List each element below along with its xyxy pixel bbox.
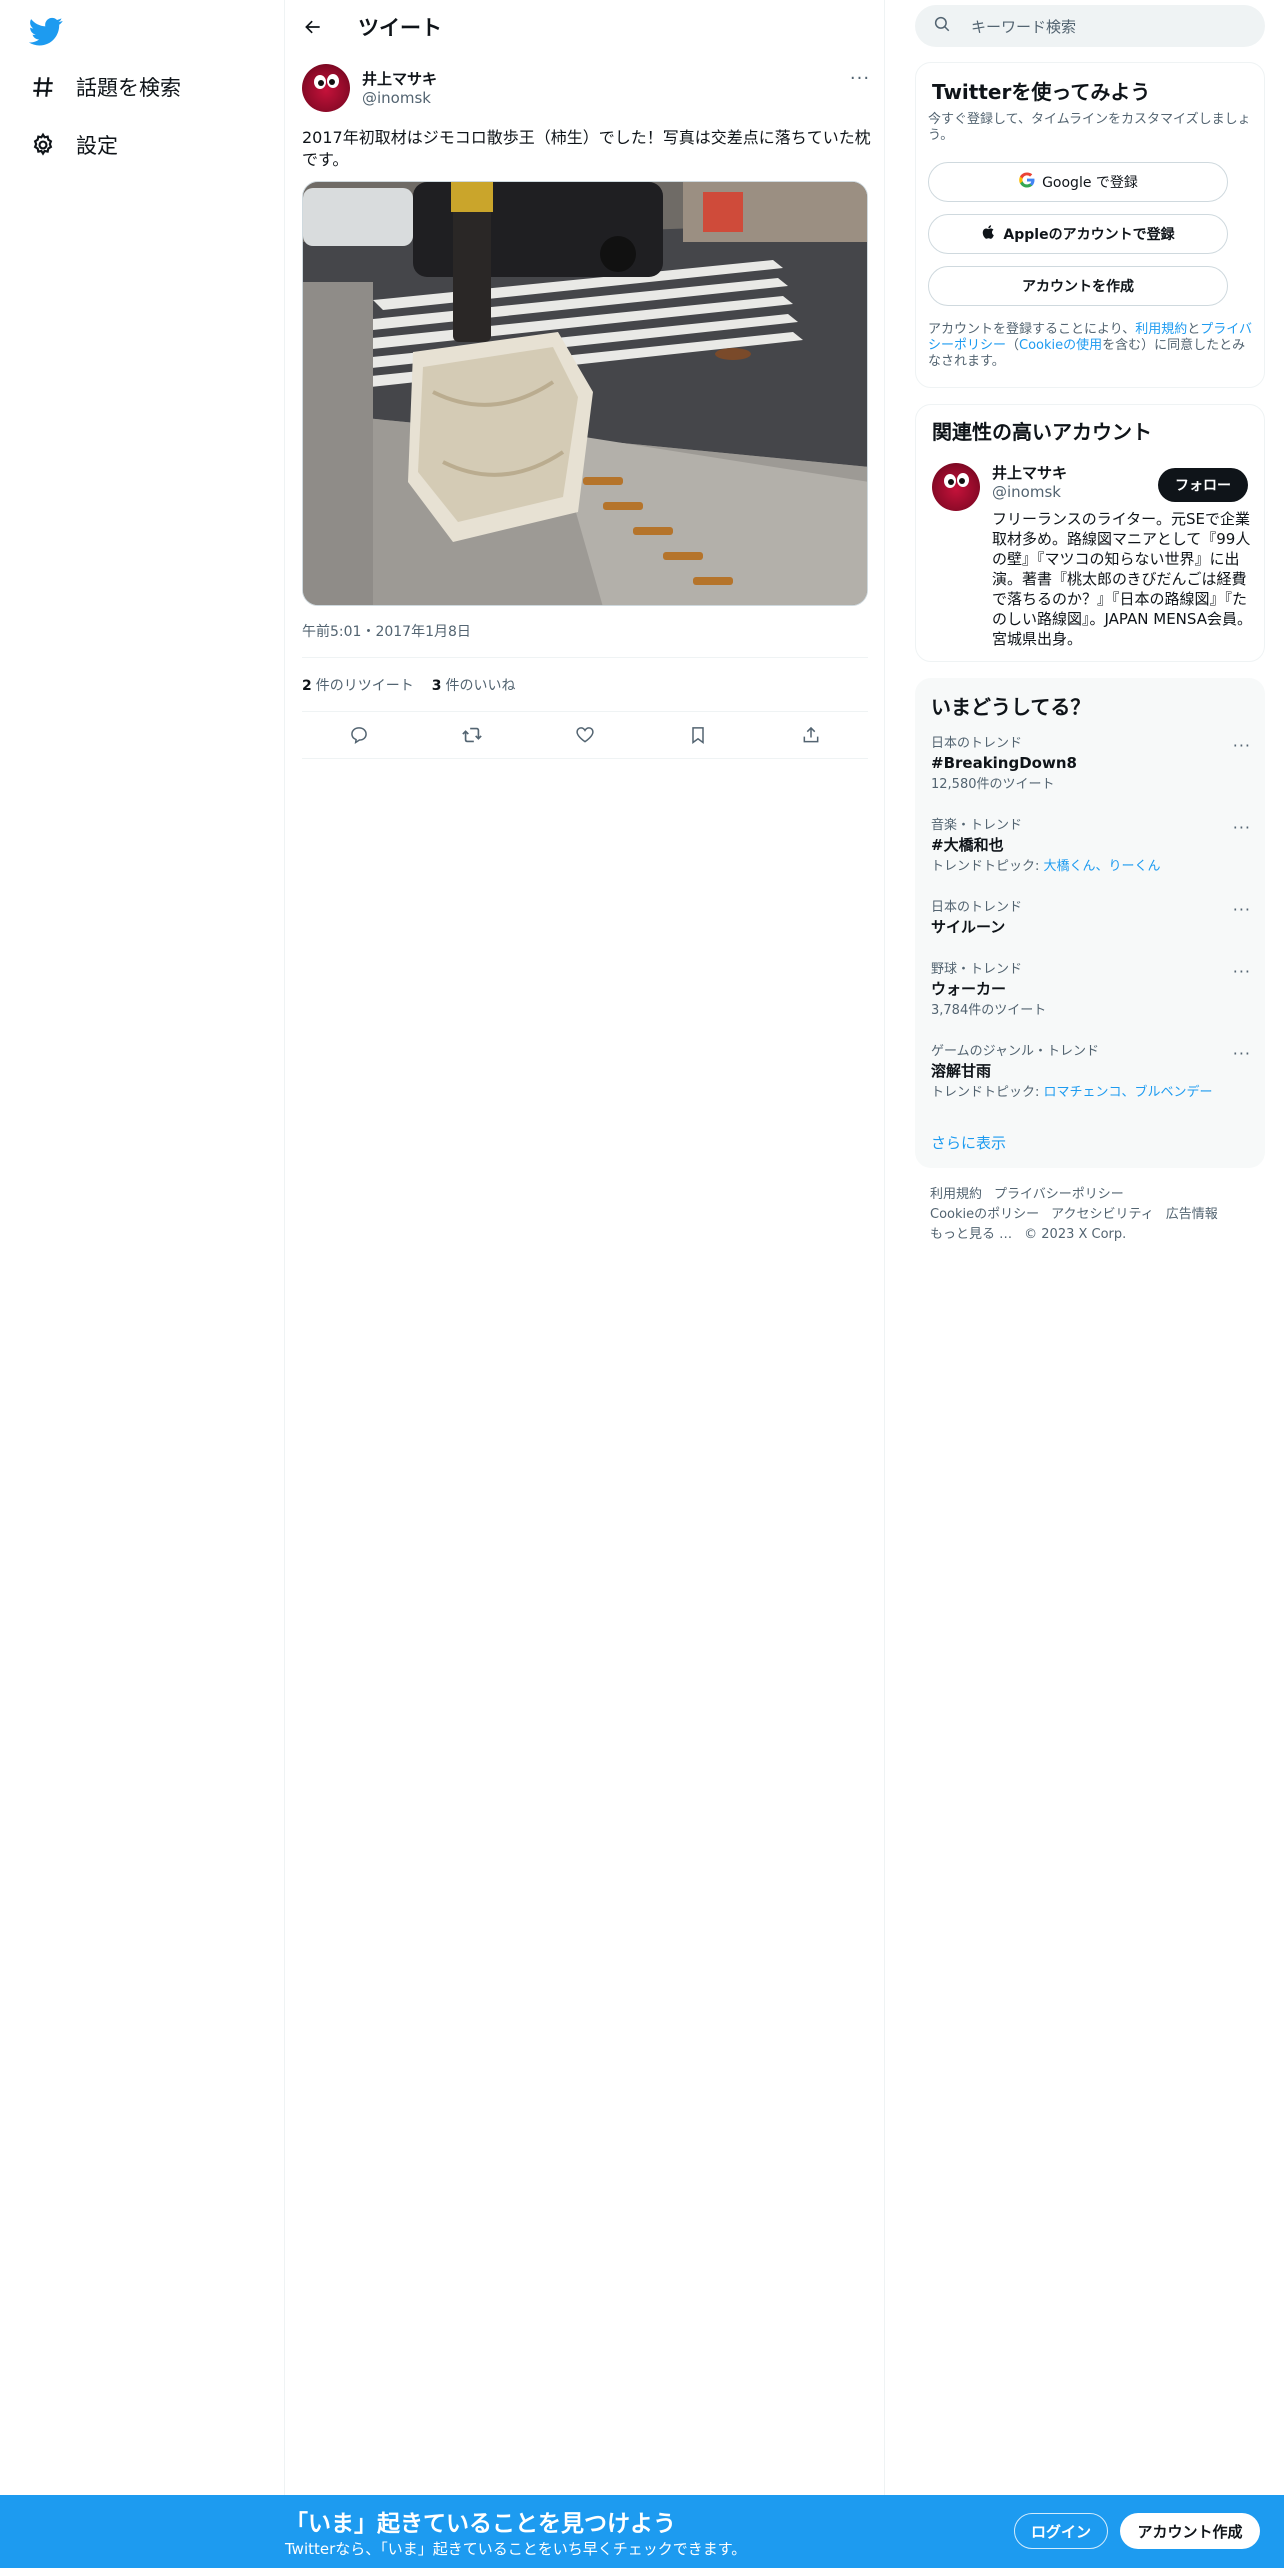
- related-handle[interactable]: @inomsk: [992, 483, 1061, 501]
- follow-button[interactable]: フォロー: [1158, 468, 1248, 502]
- share-icon[interactable]: [796, 720, 826, 750]
- nav-settings-label: 設定: [76, 134, 118, 158]
- like-icon[interactable]: [570, 720, 600, 750]
- divider: [302, 657, 868, 658]
- more-options-icon[interactable]: ···: [845, 68, 875, 89]
- show-more-link[interactable]: さらに表示: [931, 1132, 1006, 1153]
- footer-more-link[interactable]: もっと見る …: [930, 1227, 1012, 1242]
- apple-signup-button[interactable]: Appleのアカウントで登録: [928, 214, 1228, 254]
- more-options-icon[interactable]: ···: [1233, 736, 1251, 755]
- footer-accessibility-link[interactable]: アクセシビリティ: [1051, 1207, 1154, 1222]
- search-icon: [933, 15, 951, 37]
- signup-legal: アカウントを登録することにより、利用規約とプライバシーポリシー（Cookieの使…: [928, 322, 1253, 369]
- trends-card: いまどうしてる？ 日本のトレンド #BreakingDown8 12,580件の…: [915, 678, 1265, 1168]
- search-placeholder: キーワード検索: [971, 17, 1077, 36]
- nav-explore-label: 話題を検索: [76, 76, 181, 100]
- trends-title: いまどうしてる？: [931, 695, 1091, 719]
- more-options-icon[interactable]: ···: [1233, 818, 1251, 837]
- banner-subtitle: Twitterなら、「いま」起きていることをいち早くチェックできます。: [285, 2540, 747, 2558]
- google-signup-button[interactable]: Google で登録: [928, 162, 1228, 202]
- bookmark-icon[interactable]: [683, 720, 713, 750]
- nav-settings[interactable]: 設定: [28, 125, 118, 165]
- more-options-icon[interactable]: ···: [1233, 962, 1251, 981]
- like-count[interactable]: 3 件のいいね: [432, 675, 516, 695]
- signup-banner: 「いま」起きていることを見つけよう Twitterなら、「いま」起きていることを…: [0, 2495, 1284, 2568]
- divider: [302, 711, 868, 712]
- tweet-author[interactable]: 井上マサキ: [362, 68, 437, 89]
- twitter-bird-icon[interactable]: [28, 14, 63, 48]
- page-title: ツイート: [358, 16, 442, 40]
- avatar[interactable]: [932, 463, 980, 511]
- more-options-icon[interactable]: ···: [1233, 900, 1251, 919]
- apple-icon: [981, 224, 997, 244]
- copyright: © 2023 X Corp.: [1024, 1227, 1127, 1242]
- signup-subtitle: 今すぐ登録して、タイムラインをカスタマイズしましょう。: [928, 112, 1251, 143]
- related-title: 関連性の高いアカウント: [932, 420, 1152, 444]
- avatar[interactable]: [302, 64, 350, 112]
- footer-ads-link[interactable]: 広告情報: [1166, 1207, 1218, 1222]
- signup-title: Twitterを使ってみよう: [932, 80, 1151, 104]
- search-input[interactable]: キーワード検索: [915, 5, 1265, 47]
- tweet-photo[interactable]: [302, 181, 868, 606]
- tweet-actions: [302, 720, 868, 750]
- reply-icon[interactable]: [344, 720, 374, 750]
- banner-title: 「いま」起きていることを見つけよう: [285, 2511, 676, 2537]
- trend-topic-link[interactable]: 大橋くん、りーくん: [1044, 859, 1161, 874]
- tweet-stats: 2 件のリツイート 3 件のいいね: [302, 675, 516, 695]
- trend-item[interactable]: ゲームのジャンル・トレンド 溶解甘雨 トレンドトピック: ロマチェンコ、ブルベン…: [931, 1044, 1251, 1102]
- page-header: ツイート: [285, 0, 885, 54]
- login-button[interactable]: ログイン: [1014, 2513, 1108, 2549]
- left-nav: 話題を検索 設定: [0, 0, 285, 2568]
- retweet-icon[interactable]: [457, 720, 487, 750]
- trend-item[interactable]: 野球・トレンド ウォーカー 3,784件のツイート ···: [931, 962, 1251, 1020]
- google-icon: [1018, 171, 1036, 193]
- hashtag-icon: [28, 72, 58, 102]
- footer-terms-link[interactable]: 利用規約: [930, 1187, 982, 1202]
- gear-icon: [28, 130, 58, 160]
- trend-item[interactable]: 音楽・トレンド #大橋和也 トレンドトピック: 大橋くん、りーくん ···: [931, 818, 1251, 876]
- main-column: ツイート 井上マサキ @inomsk ··· 2017年初取材はジモコロ散歩王（…: [285, 0, 885, 2568]
- footer-links: 利用規約 プライバシーポリシー Cookieのポリシー アクセシビリティ 広告情報 も…: [930, 1185, 1250, 1245]
- related-bio: フリーランスのライター。元SEで企業取材多め。路線図マニアとして『99人の壁』『…: [992, 510, 1252, 648]
- trend-item[interactable]: 日本のトレンド サイルーン ···: [931, 900, 1251, 938]
- footer-cookie-link[interactable]: Cookieのポリシー: [930, 1207, 1039, 1222]
- footer-privacy-link[interactable]: プライバシーポリシー: [994, 1187, 1124, 1202]
- divider: [302, 758, 868, 759]
- tweet-handle[interactable]: @inomsk: [362, 89, 431, 107]
- related-name[interactable]: 井上マサキ: [992, 462, 1067, 483]
- tweet-timestamp[interactable]: 午前5:01・2017年1月8日: [302, 621, 471, 641]
- signup-button[interactable]: アカウント作成: [1120, 2513, 1260, 2549]
- related-accounts-card: 関連性の高いアカウント 井上マサキ @inomsk フォロー フリーランスのライ…: [915, 404, 1265, 662]
- nav-explore[interactable]: 話題を検索: [28, 67, 181, 107]
- retweet-count[interactable]: 2 件のリツイート: [302, 675, 414, 695]
- more-options-icon[interactable]: ···: [1233, 1044, 1251, 1063]
- trend-item[interactable]: 日本のトレンド #BreakingDown8 12,580件のツイート ···: [931, 736, 1251, 794]
- tweet-text: 2017年初取材はジモコロ散歩王（柿生）でした！写真は交差点に落ちていた枕です。: [302, 128, 871, 169]
- terms-link[interactable]: 利用規約: [1135, 322, 1187, 337]
- signup-card: Twitterを使ってみよう 今すぐ登録して、タイムラインをカスタマイズしましょ…: [915, 62, 1265, 388]
- trend-topic-link[interactable]: ロマチェンコ、ブルベンデー: [1044, 1085, 1213, 1100]
- create-account-button[interactable]: アカウントを作成: [928, 266, 1228, 306]
- back-arrow-icon[interactable]: [299, 13, 327, 41]
- cookie-link[interactable]: Cookieの使用: [1019, 338, 1102, 353]
